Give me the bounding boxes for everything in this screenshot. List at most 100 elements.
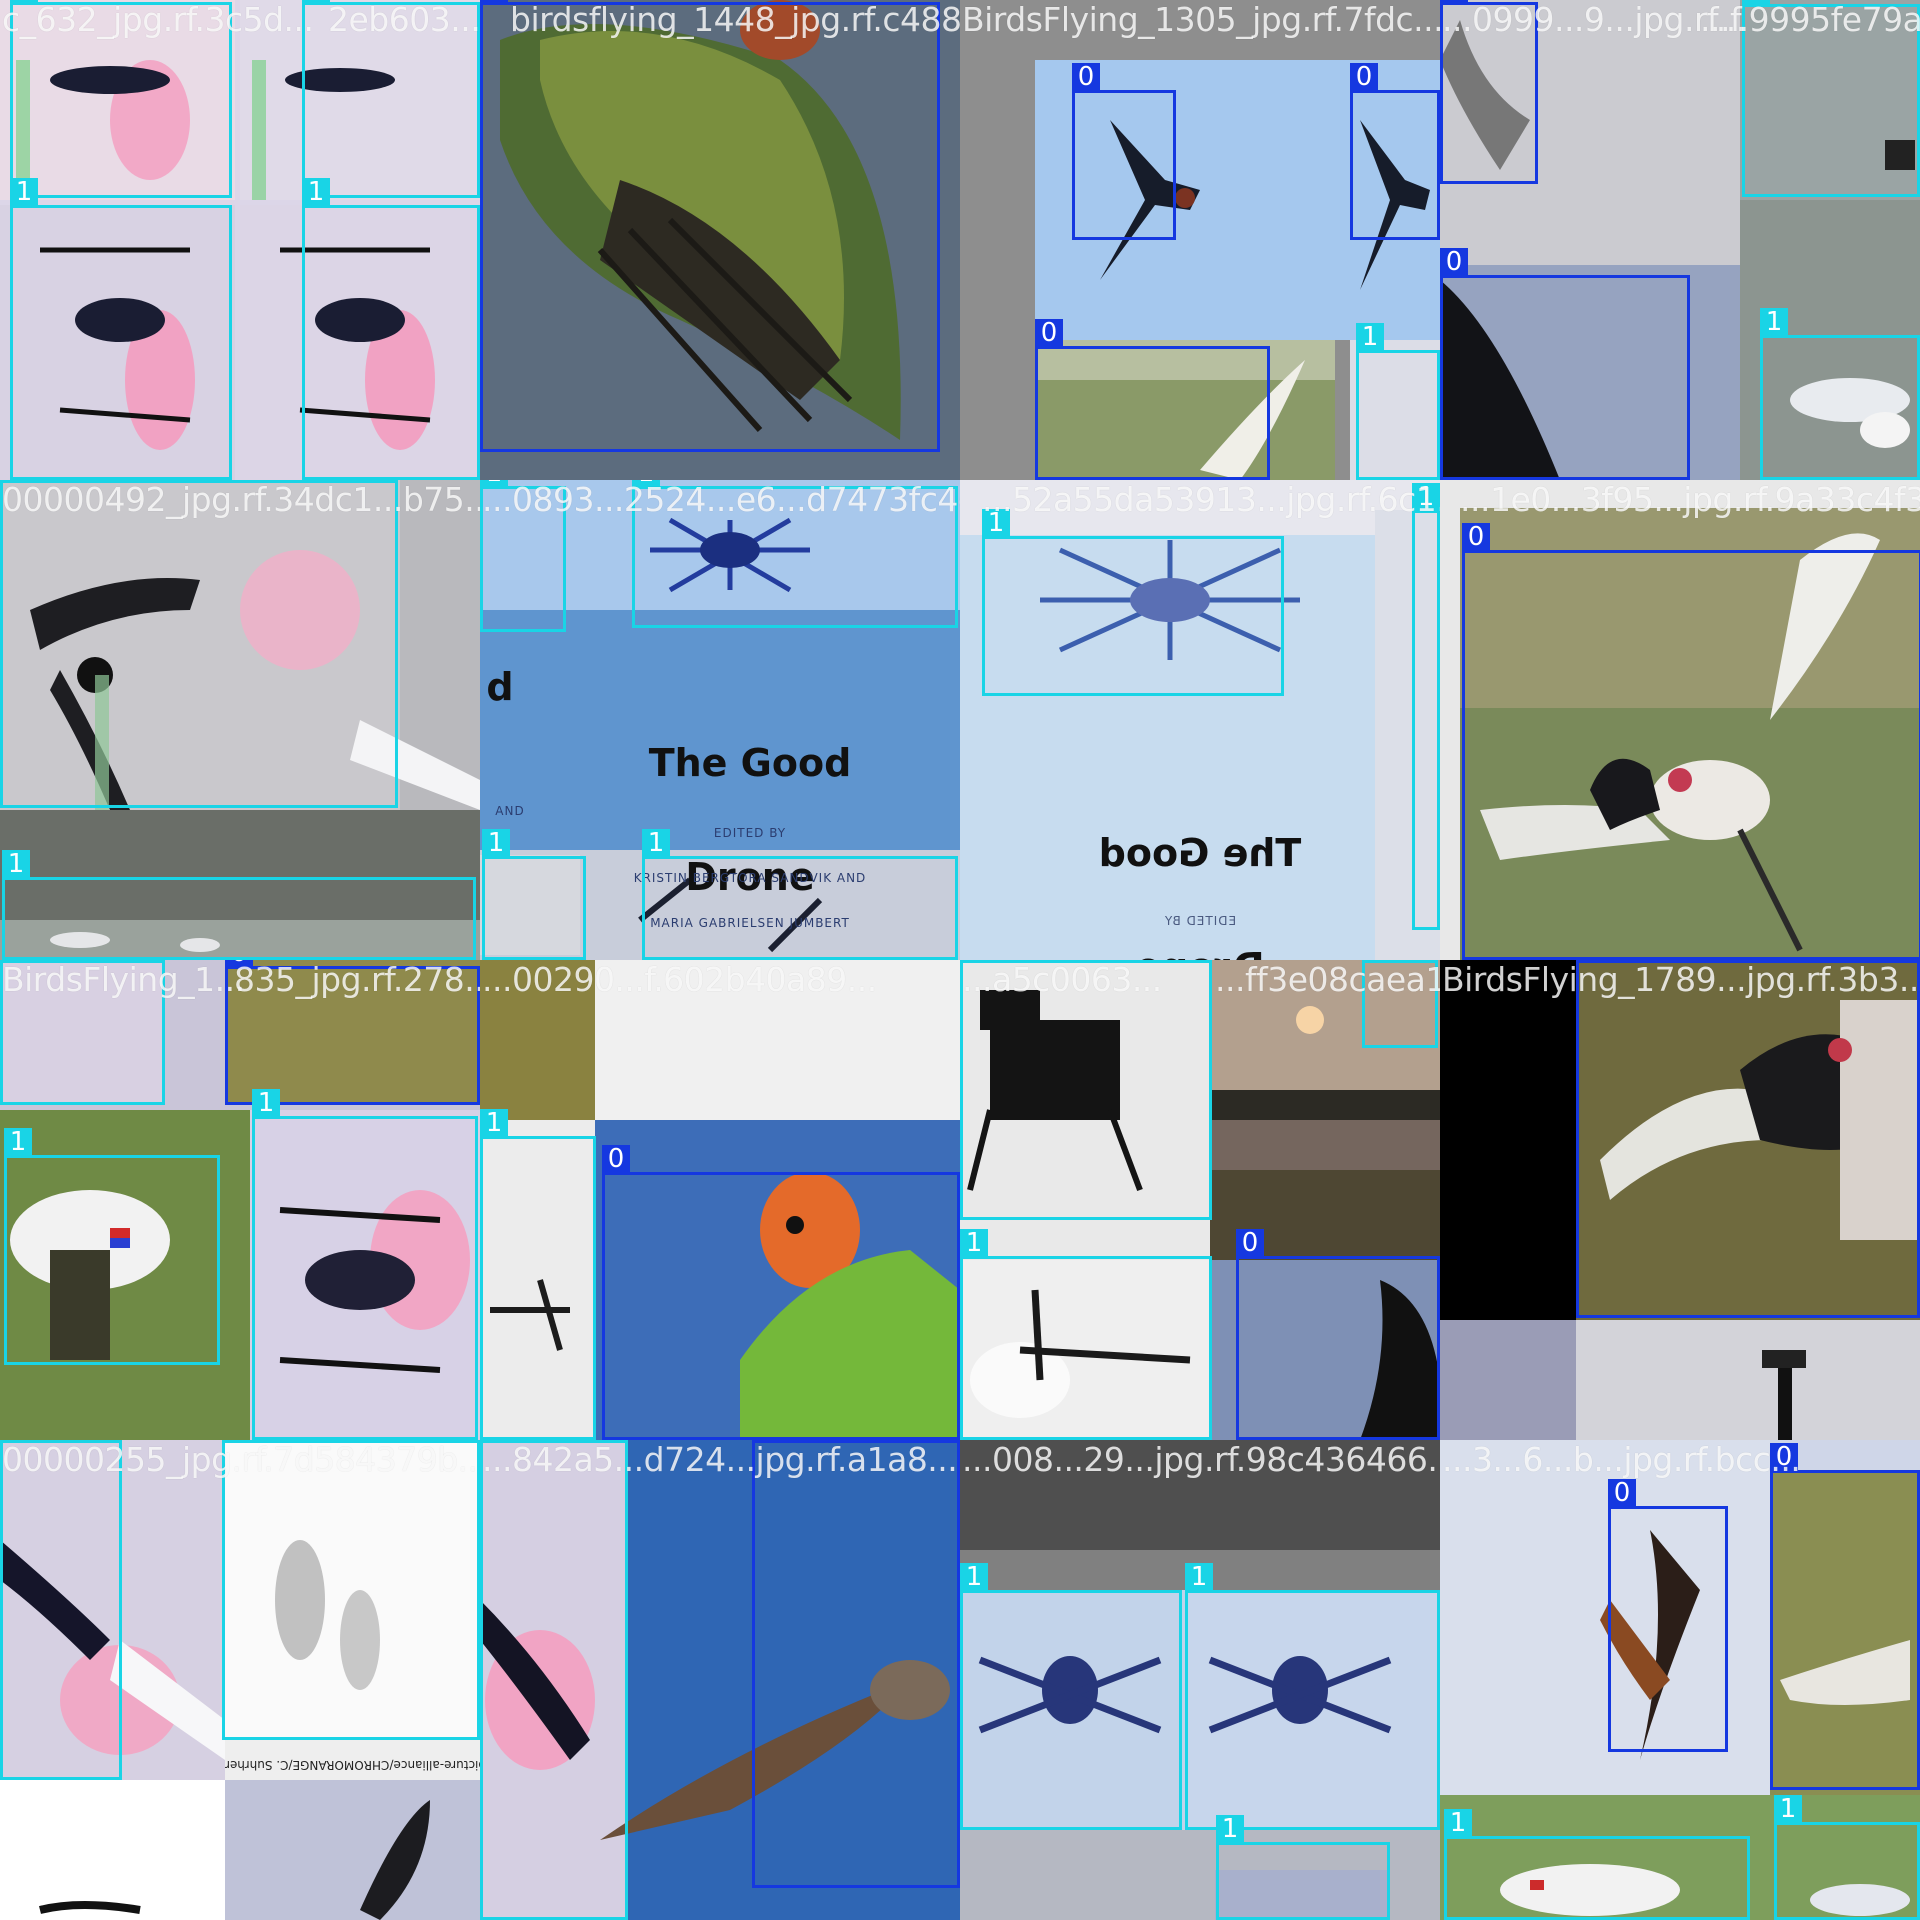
class-tag: 1 — [480, 1109, 508, 1137]
detection-box-drone: 1 — [252, 1089, 478, 1440]
class-tag: 1 — [1774, 1795, 1802, 1823]
tile-pelican: ...842a5...d724...jpg.rf.a1a8... 1 0 — [480, 1440, 960, 1920]
class-tag: 1 — [1742, 0, 1770, 5]
class-tag: 0 — [1608, 1479, 1636, 1507]
detection-box-drone: 1 — [960, 1563, 1182, 1830]
class-tag: 1 — [1444, 1809, 1472, 1837]
detection-box-drone: 1 — [480, 1109, 596, 1440]
book-editors-partial: AND — [495, 804, 525, 818]
detection-box-bird: 0 — [602, 1145, 960, 1440]
tile-octocopter: ...008...29...jpg.rf.98c436466... 1 1 1 — [960, 1440, 1440, 1920]
detection-box-drone: 1 — [1742, 0, 1920, 197]
photo-credit: © picture-alliance/CHROMORANGE/C. Suhrhe… — [225, 1758, 480, 1772]
class-tag: 1 — [10, 178, 38, 206]
detection-box-bird: 0 — [1770, 1443, 1920, 1790]
detection-box-drone: 1 — [642, 829, 958, 960]
tile-book-cover: The Good Drone d EDITED BY KRISTIN BERGT… — [480, 480, 960, 960]
detection-box-bird: 0 — [1576, 960, 1920, 1318]
detection-box-drone: 1 — [302, 0, 480, 198]
class-tag: 0 — [602, 1145, 630, 1173]
class-tag: 0 — [1770, 1443, 1798, 1471]
class-tag: 1 — [302, 0, 330, 3]
detection-box-bird: 0 — [1236, 1229, 1440, 1440]
detection-box-drone: 1 — [1444, 1809, 1750, 1920]
detection-box-bird: 0 — [225, 960, 480, 1105]
class-tag: 0 — [225, 960, 253, 967]
detection-box-bird: 0 — [1608, 1479, 1728, 1752]
detection-box-drone: 1 — [982, 509, 1284, 696]
class-tag: 1 — [480, 1440, 508, 1441]
detection-box-drone: 1 — [960, 960, 1212, 1220]
detection-box-drone: 1 — [480, 1440, 628, 1920]
class-tag: 1 — [1362, 960, 1390, 961]
tile-stork-closeup: BirdsFlying_1789...jpg.rf.3b3... 0 — [1440, 960, 1920, 1440]
detection-box-drone: 1 — [1412, 483, 1440, 930]
tile-grey-bird-drone: ...0999...9...jpg.rf... ...f.9995fe79a 0… — [1440, 0, 1920, 480]
detection-box-drone: 1 — [302, 178, 480, 480]
class-tag: 1 — [632, 480, 660, 487]
detection-box-bird: 0 — [1462, 523, 1920, 960]
detection-box-drone: 1 — [480, 480, 566, 632]
tile-kite-stork: ...3...6...b...jpg.rf.bcc... 0 0 1 1 — [1440, 1440, 1920, 1920]
class-tag: 0 — [1236, 1229, 1264, 1257]
class-tag: 1 — [1216, 1815, 1244, 1843]
detection-box-drone: 1 — [10, 0, 232, 198]
tile-grey-drone: 00000492_jpg.rf.34dc1...b75... 1 — [0, 480, 480, 960]
tile-drone-closeups: c_632_jpg.rf.3c5d... 1 1 1 1 2eb603... — [0, 0, 480, 480]
detection-box-bird: 0 — [1072, 63, 1176, 240]
tile-swallows: BirdsFlying_1305_jpg.rf.7fdc... 0 0 0 1 — [960, 0, 1440, 480]
detection-box-drone: 1 — [0, 1440, 122, 1780]
detection-box-bird: 0 — [1035, 319, 1270, 480]
tile-white-drone: BirdsFlying_1... 835_jpg.rf.278... 0 1 1 — [0, 960, 480, 1440]
class-tag: 1 — [960, 960, 988, 961]
detection-box-drone: 1 — [1185, 1563, 1440, 1830]
class-tag: 0 — [1072, 63, 1100, 91]
book-editors-mirrored: EDITED BY KRISTIN BERGTORA SANDVIK AND M… — [1084, 914, 1317, 960]
detection-box-drone: 1 — [1760, 308, 1920, 480]
class-tag: 0 — [752, 1440, 780, 1441]
detection-box-drone: 1 — [1362, 960, 1438, 1048]
class-tag: 1 — [302, 178, 330, 206]
class-tag: 0 — [1440, 0, 1468, 3]
class-tag: 1 — [1185, 1563, 1213, 1591]
detection-box-bird: 0 — [1440, 248, 1690, 480]
tile-lovebird: ...00290...f.602b40a89... 1 0 — [480, 960, 960, 1440]
training-batch-mosaic: c_632_jpg.rf.3c5d... 1 1 1 1 2eb603... b… — [0, 0, 1920, 1920]
class-tag: 1 — [480, 480, 508, 487]
detection-box-bird: 0 — [480, 0, 940, 452]
tile-drone-sunset: ...a5c0063... ...ff3e08caea14... 1 1 1 0 — [960, 960, 1440, 1440]
class-tag: 1 — [0, 1440, 28, 1441]
class-tag: 0 — [1350, 63, 1378, 91]
tile-stork: ...1e0...3f95...jpg.rf.9a33c4f3424 0 — [1440, 480, 1920, 960]
detection-box-drone: 1 — [632, 480, 958, 628]
detection-box-drone: 1 — [222, 1440, 480, 1740]
detection-box-drone: 1 — [4, 1128, 220, 1365]
class-tag: 1 — [10, 0, 38, 3]
detection-box-drone — [0, 960, 165, 1105]
class-tag: 1 — [960, 1563, 988, 1591]
class-tag: 1 — [1412, 483, 1440, 511]
detection-box-bird: 0 — [1440, 0, 1538, 184]
detection-box-drone: 1 — [1774, 1795, 1920, 1920]
class-tag: 0 — [480, 0, 508, 3]
detection-box-drone: 1 — [10, 178, 232, 480]
class-tag: 0 — [1035, 319, 1063, 347]
detection-box-drone: 1 — [482, 829, 586, 960]
tile-book-cover-mirrored: The Good Drone EDITED BY KRISTIN BERGTOR… — [960, 480, 1440, 960]
class-tag: 0 — [1462, 523, 1490, 551]
class-tag: 1 — [642, 829, 670, 857]
class-tag: 1 — [2, 850, 30, 878]
class-tag: 1 — [252, 1089, 280, 1117]
book-title-partial: d — [486, 665, 514, 709]
class-tag: 1 — [482, 829, 510, 857]
class-tag: 1 — [982, 509, 1010, 537]
class-tag: 0 — [1576, 960, 1604, 961]
detection-box-drone: 1 — [960, 1229, 1212, 1440]
class-tag: 1 — [1760, 308, 1788, 336]
class-tag: 1 — [1356, 323, 1384, 351]
detection-box-bird: 0 — [752, 1440, 960, 1888]
tile-parrot-wing: birdsflying_1448_jpg.rf.c48870346f3... 0 — [480, 0, 960, 480]
detection-box-drone — [0, 480, 398, 808]
detection-box-drone: 1 — [2, 850, 476, 960]
class-tag: 1 — [960, 1229, 988, 1257]
